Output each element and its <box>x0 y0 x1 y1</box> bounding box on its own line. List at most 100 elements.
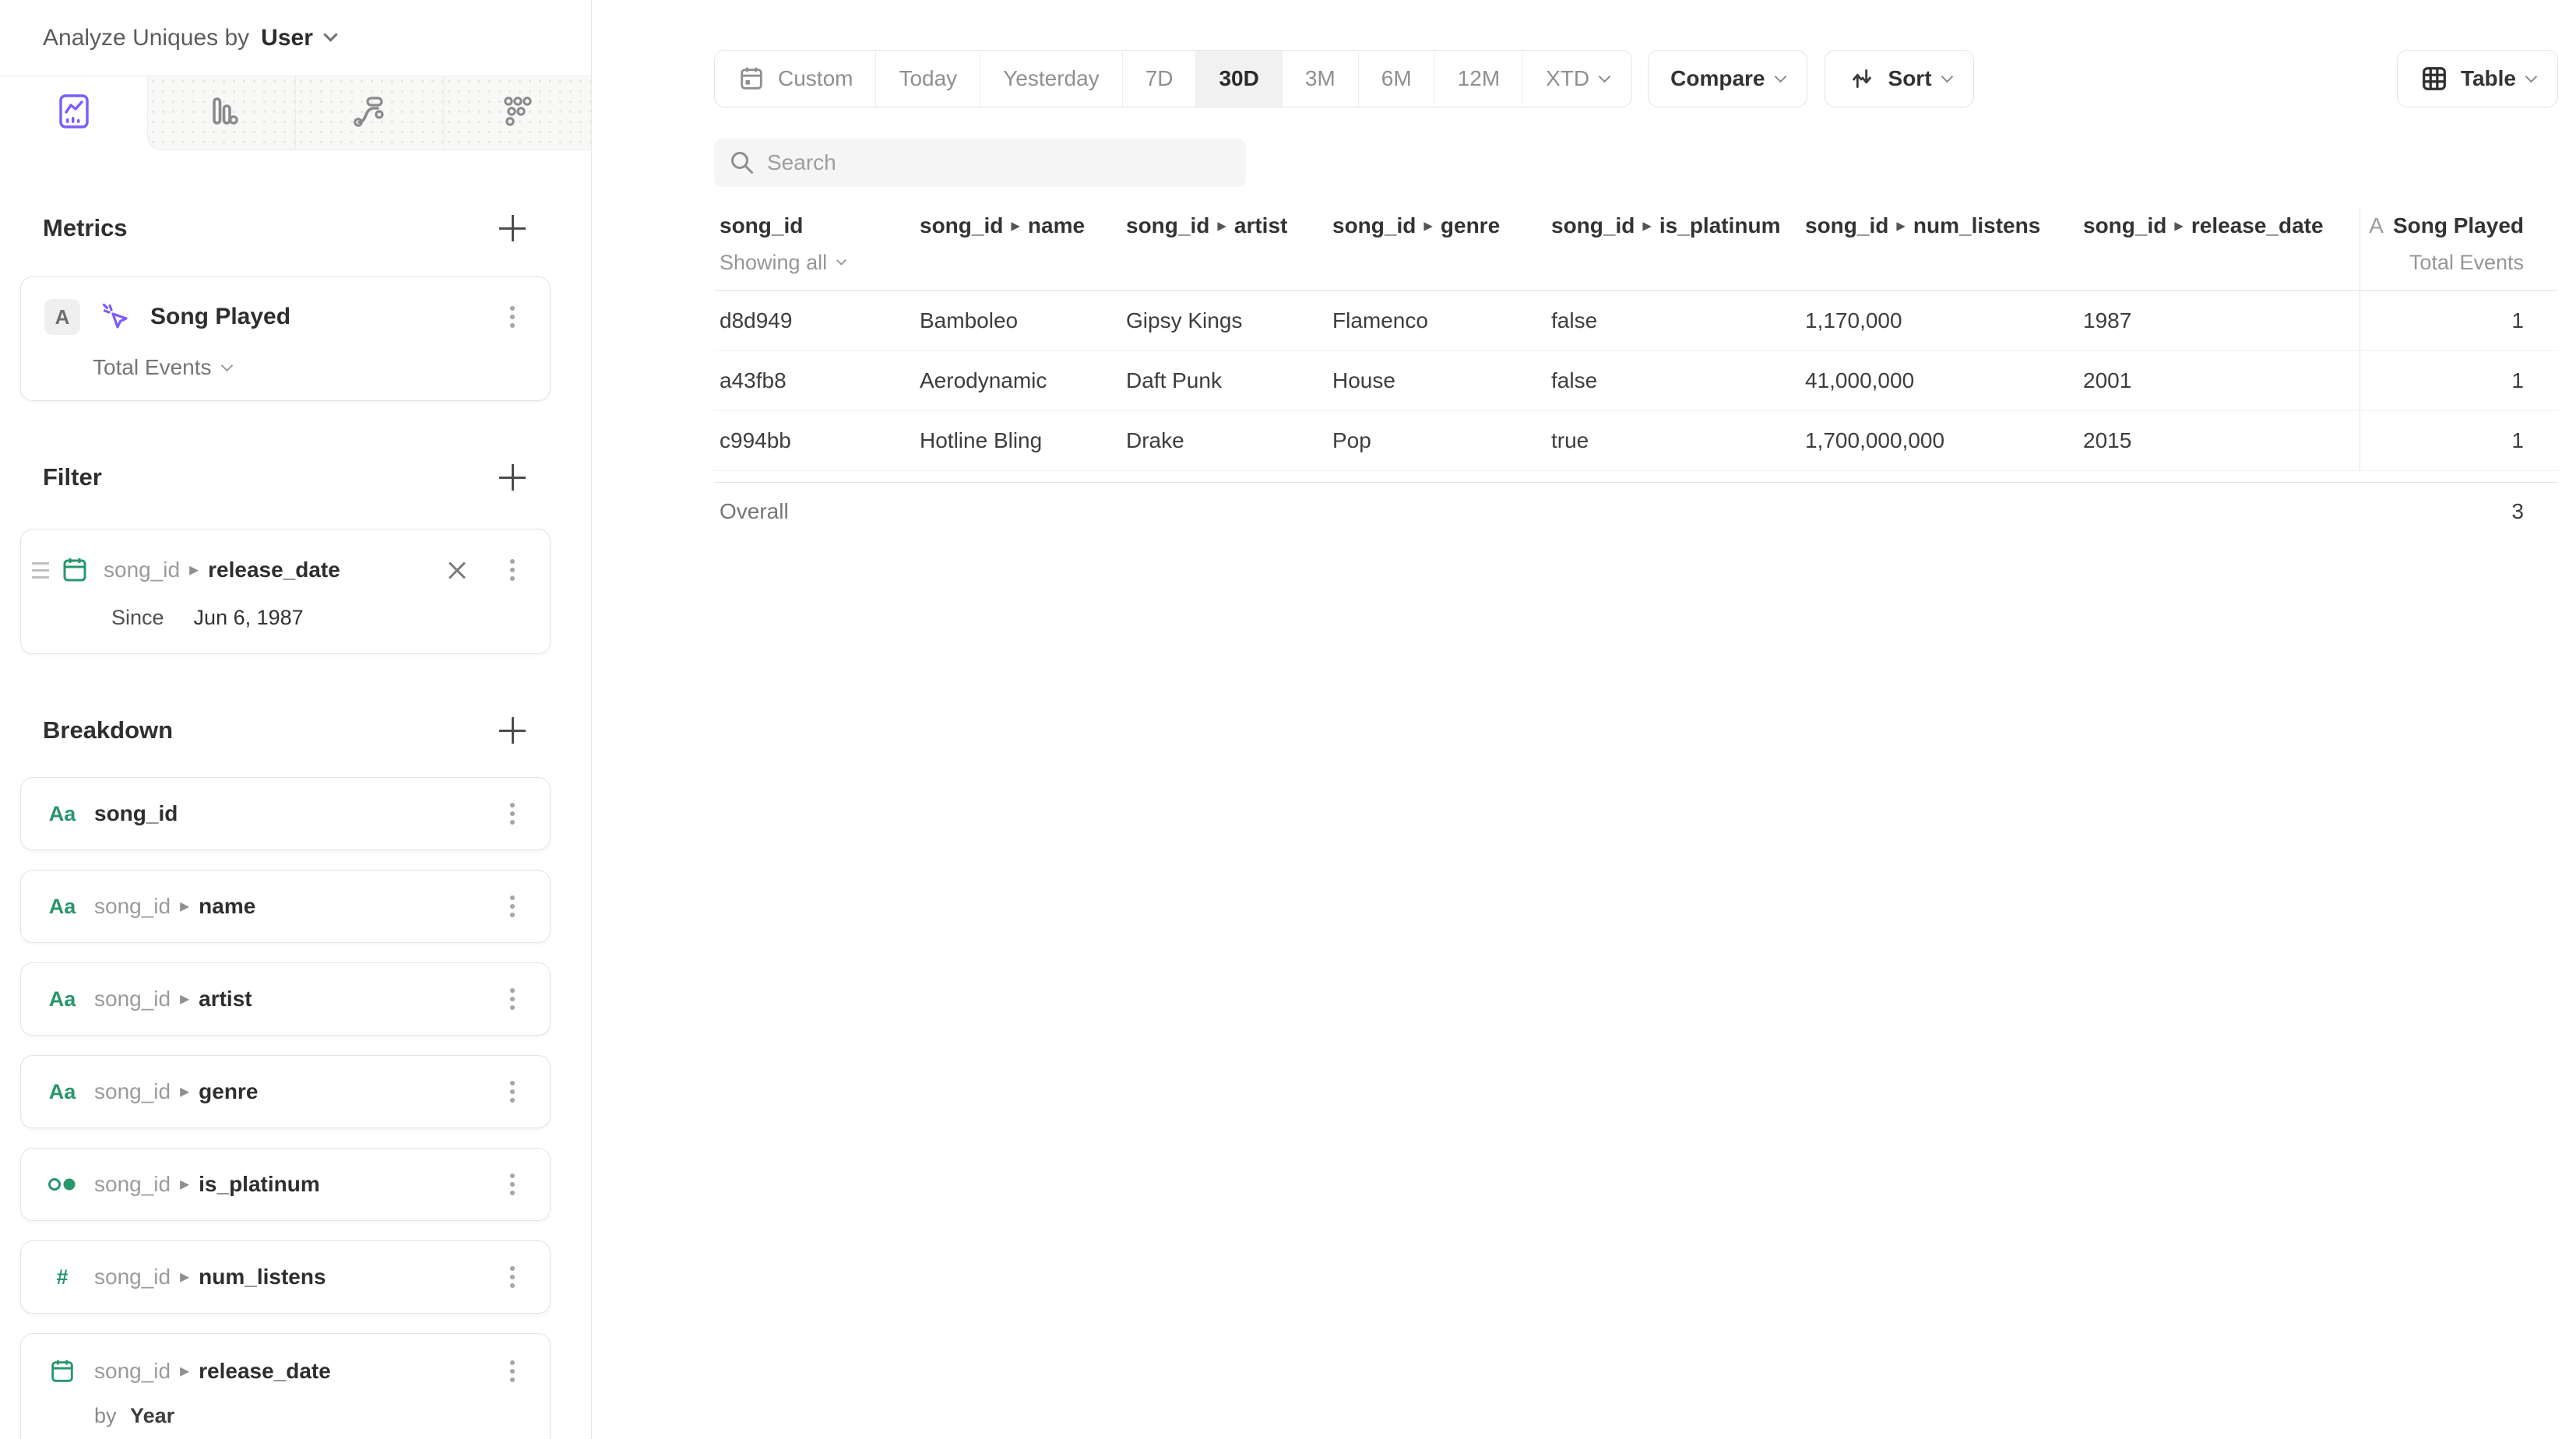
range-yesterday-button[interactable]: Yesterday <box>980 51 1122 107</box>
tab-flows[interactable] <box>295 76 443 150</box>
cell-release-date: 1987 <box>2083 291 2360 350</box>
breakdown-card[interactable]: Aa song_id <box>20 777 551 850</box>
filter-card[interactable]: song_id ▸ release_date Since Jun 6, 1987 <box>20 529 551 654</box>
kebab-menu-icon[interactable] <box>495 1167 530 1202</box>
view-type-dropdown[interactable]: Table <box>2397 50 2558 107</box>
sort-arrows-icon <box>1847 64 1877 93</box>
filter-operator-dropdown[interactable]: Since <box>111 606 164 630</box>
kebab-menu-icon[interactable] <box>495 300 530 334</box>
kebab-menu-icon[interactable] <box>495 889 530 924</box>
breakdown-card[interactable]: Aa song_id ▸ name <box>20 870 551 943</box>
column-header-release-date[interactable]: song_id▸release_date <box>2083 213 2360 238</box>
report-toolbar: Custom Today Yesterday 7D 30D 3M 6M 12M … <box>714 50 2558 107</box>
add-breakdown-button[interactable] <box>499 717 526 744</box>
chevron-down-icon <box>1599 70 1611 83</box>
filter-property-prefix: song_id <box>104 558 180 582</box>
metric-card[interactable]: A Song Played Total Events <box>20 276 551 401</box>
table-row[interactable]: a43fb8 Aerodynamic Daft Punk House false… <box>714 351 2558 411</box>
search-input[interactable] <box>767 150 1232 175</box>
column-header-name[interactable]: song_id▸name <box>920 213 1126 238</box>
filter-value-button[interactable]: Jun 6, 1987 <box>194 606 304 630</box>
breakdown-property-prefix: song_id <box>94 1079 171 1104</box>
calendar-icon <box>60 555 90 585</box>
cell-song-id: d8d949 <box>720 291 920 350</box>
cell-name: Aerodynamic <box>920 351 1126 410</box>
cell-song-id: a43fb8 <box>720 351 920 410</box>
remove-filter-icon[interactable] <box>445 558 469 582</box>
breadcrumb-arrow-icon: ▸ <box>1423 215 1433 236</box>
kebab-menu-icon[interactable] <box>495 982 530 1016</box>
kebab-menu-icon[interactable] <box>495 797 530 831</box>
range-xtd-dropdown[interactable]: XTD <box>1522 51 1631 107</box>
kebab-menu-icon[interactable] <box>495 1075 530 1109</box>
table-row[interactable]: c994bb Hotline Bling Drake Pop true 1,70… <box>714 411 2558 471</box>
overall-metric-value: 3 <box>2360 483 2558 540</box>
range-7d-button[interactable]: 7D <box>1122 51 1196 107</box>
column-header-artist[interactable]: song_id▸artist <box>1126 213 1332 238</box>
showing-all-dropdown[interactable]: Showing all <box>720 251 920 290</box>
cell-genre: House <box>1332 351 1551 410</box>
query-builder-sidebar: Analyze Uniques by User <box>0 0 592 1439</box>
range-6m-button[interactable]: 6M <box>1358 51 1434 107</box>
table-overall-row: Overall 3 <box>714 482 2558 540</box>
compare-button[interactable]: Compare <box>1648 50 1807 107</box>
tab-funnels[interactable] <box>147 76 295 150</box>
cell-artist: Gipsy Kings <box>1126 291 1332 350</box>
breadcrumb-arrow-icon: ▸ <box>1217 215 1226 236</box>
breakdown-property-prefix: song_id <box>94 1265 171 1289</box>
cell-num-listens: 1,170,000 <box>1805 291 2083 350</box>
table-row[interactable]: d8d949 Bamboleo Gipsy Kings Flamenco fal… <box>714 291 2558 351</box>
add-filter-button[interactable] <box>499 464 526 491</box>
report-main-area: Custom Today Yesterday 7D 30D 3M 6M 12M … <box>592 0 2576 1439</box>
cell-num-listens: 41,000,000 <box>1805 351 2083 410</box>
range-custom-button[interactable]: Custom <box>715 51 875 107</box>
aggregation-dropdown[interactable]: Total Events <box>44 355 530 380</box>
sort-button[interactable]: Sort <box>1825 50 1974 107</box>
table-header-row: song_id Showing all song_id▸name song_id… <box>714 207 2558 291</box>
chevron-down-icon <box>323 27 337 41</box>
range-12m-button[interactable]: 12M <box>1434 51 1522 107</box>
breadcrumb-arrow-icon: ▸ <box>2174 215 2184 236</box>
column-header-song-id[interactable]: song_id <box>720 213 920 238</box>
dot-grid-icon <box>500 93 536 133</box>
date-type-icon <box>44 1357 80 1385</box>
column-header-is-platinum[interactable]: song_id▸is_platinum <box>1551 213 1805 238</box>
breakdown-section-title: Breakdown <box>43 716 173 744</box>
entity-dropdown[interactable]: User <box>261 25 336 51</box>
text-type-icon: Aa <box>44 1080 80 1104</box>
overall-label: Overall <box>720 483 920 540</box>
filter-section-title: Filter <box>43 463 102 491</box>
tab-retention[interactable] <box>443 76 591 150</box>
add-metric-button[interactable] <box>499 215 526 241</box>
kebab-menu-icon[interactable] <box>495 1354 530 1388</box>
breakdown-card[interactable]: song_id ▸ is_platinum <box>20 1148 551 1221</box>
breakdown-card[interactable]: song_id ▸ release_date by Year <box>20 1333 551 1439</box>
column-header-metric[interactable]: A Song Played <box>2360 213 2558 238</box>
range-today-button[interactable]: Today <box>875 51 980 107</box>
cell-is-platinum: false <box>1551 291 1805 350</box>
cell-metric-value: 1 <box>2360 411 2558 470</box>
breadcrumb-arrow-icon: ▸ <box>180 987 189 1010</box>
report-type-tabstrip <box>0 76 591 150</box>
breadcrumb-arrow-icon: ▸ <box>180 1173 189 1195</box>
kebab-menu-icon[interactable] <box>495 553 530 587</box>
range-30d-button[interactable]: 30D <box>1195 51 1281 107</box>
breakdown-card[interactable]: Aa song_id ▸ genre <box>20 1055 551 1128</box>
date-range-control: Custom Today Yesterday 7D 30D 3M 6M 12M … <box>714 50 1632 107</box>
column-header-num-listens[interactable]: song_id▸num_listens <box>1805 213 2083 238</box>
tab-insights[interactable] <box>0 76 147 150</box>
entity-dropdown-value: User <box>261 25 313 51</box>
table-search <box>714 139 1246 187</box>
breakdown-card[interactable]: Aa song_id ▸ artist <box>20 962 551 1036</box>
drag-handle-icon[interactable] <box>32 562 49 579</box>
kebab-menu-icon[interactable] <box>495 1260 530 1294</box>
query-builder-content: Metrics A Song Played Total Events <box>0 150 591 1439</box>
breakdown-property-prefix: song_id <box>94 987 171 1012</box>
range-3m-button[interactable]: 3M <box>1282 51 1358 107</box>
column-header-genre[interactable]: song_id▸genre <box>1332 213 1551 238</box>
analysis-header: Analyze Uniques by User <box>0 0 591 76</box>
breakdown-card[interactable]: # song_id ▸ num_listens <box>20 1240 551 1314</box>
analysis-header-label: Analyze Uniques by <box>43 25 249 51</box>
breakdown-property-name: num_listens <box>199 1265 326 1289</box>
breakdown-bucket-dropdown[interactable]: by Year <box>44 1404 530 1428</box>
